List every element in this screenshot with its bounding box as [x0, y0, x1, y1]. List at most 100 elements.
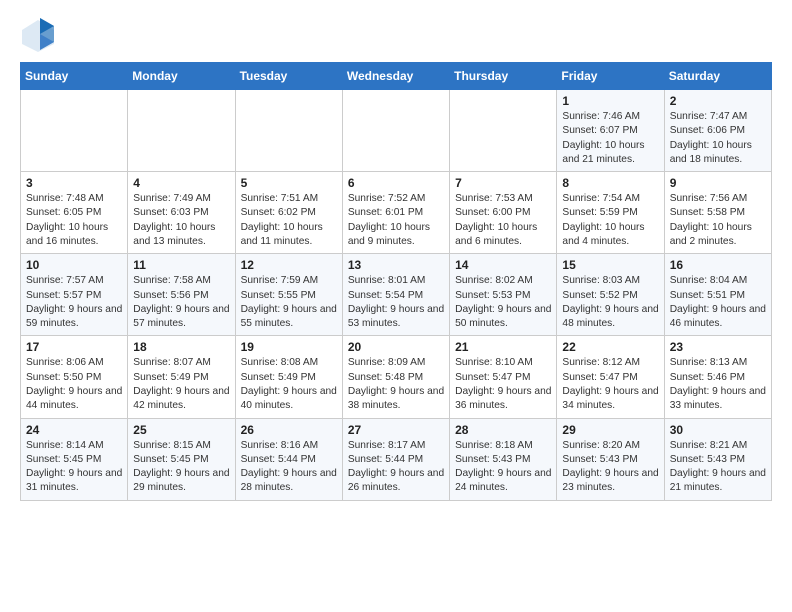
day-info: Sunrise: 7:58 AM Sunset: 5:56 PM Dayligh…	[133, 274, 229, 331]
calendar-cell: 28 Sunrise: 8:18 AM Sunset: 5:43 PM Dayli…	[450, 418, 557, 500]
page: SundayMondayTuesdayWednesdayThursdayFrid…	[0, 0, 792, 513]
day-info: Sunrise: 8:17 AM Sunset: 5:44 PM Dayligh…	[348, 439, 444, 496]
day-number: 6	[348, 176, 444, 190]
calendar-cell: 9 Sunrise: 7:56 AM Sunset: 5:58 PM Daylig…	[664, 172, 771, 254]
day-info: Sunrise: 7:51 AM Sunset: 6:02 PM Dayligh…	[241, 192, 337, 249]
calendar-week-0: 1 Sunrise: 7:46 AM Sunset: 6:07 PM Daylig…	[21, 90, 772, 172]
calendar-week-2: 10 Sunrise: 7:57 AM Sunset: 5:57 PM Dayli…	[21, 254, 772, 336]
calendar-cell: 5 Sunrise: 7:51 AM Sunset: 6:02 PM Daylig…	[235, 172, 342, 254]
calendar-table: SundayMondayTuesdayWednesdayThursdayFrid…	[20, 62, 772, 501]
day-info: Sunrise: 8:04 AM Sunset: 5:51 PM Dayligh…	[670, 274, 766, 331]
calendar-cell: 1 Sunrise: 7:46 AM Sunset: 6:07 PM Daylig…	[557, 90, 664, 172]
day-info: Sunrise: 8:06 AM Sunset: 5:50 PM Dayligh…	[26, 356, 122, 413]
day-number: 21	[455, 340, 551, 354]
day-info: Sunrise: 8:03 AM Sunset: 5:52 PM Dayligh…	[562, 274, 658, 331]
day-info: Sunrise: 8:14 AM Sunset: 5:45 PM Dayligh…	[26, 439, 122, 496]
calendar-cell: 2 Sunrise: 7:47 AM Sunset: 6:06 PM Daylig…	[664, 90, 771, 172]
day-number: 22	[562, 340, 658, 354]
day-info: Sunrise: 8:16 AM Sunset: 5:44 PM Dayligh…	[241, 439, 337, 496]
calendar-week-1: 3 Sunrise: 7:48 AM Sunset: 6:05 PM Daylig…	[21, 172, 772, 254]
day-number: 20	[348, 340, 444, 354]
logo	[20, 16, 60, 52]
day-info: Sunrise: 8:02 AM Sunset: 5:53 PM Dayligh…	[455, 274, 551, 331]
day-info: Sunrise: 7:49 AM Sunset: 6:03 PM Dayligh…	[133, 192, 229, 249]
calendar-cell: 17 Sunrise: 8:06 AM Sunset: 5:50 PM Dayli…	[21, 336, 128, 418]
day-number: 23	[670, 340, 766, 354]
day-info: Sunrise: 8:20 AM Sunset: 5:43 PM Dayligh…	[562, 439, 658, 496]
weekday-header-row: SundayMondayTuesdayWednesdayThursdayFrid…	[21, 63, 772, 90]
calendar-cell	[21, 90, 128, 172]
calendar-cell: 6 Sunrise: 7:52 AM Sunset: 6:01 PM Daylig…	[342, 172, 449, 254]
day-info: Sunrise: 7:47 AM Sunset: 6:06 PM Dayligh…	[670, 110, 766, 167]
calendar-cell	[450, 90, 557, 172]
calendar-cell	[235, 90, 342, 172]
weekday-header-monday: Monday	[128, 63, 235, 90]
day-info: Sunrise: 7:59 AM Sunset: 5:55 PM Dayligh…	[241, 274, 337, 331]
calendar-cell: 20 Sunrise: 8:09 AM Sunset: 5:48 PM Dayli…	[342, 336, 449, 418]
day-number: 30	[670, 423, 766, 437]
day-number: 2	[670, 94, 766, 108]
calendar-cell: 4 Sunrise: 7:49 AM Sunset: 6:03 PM Daylig…	[128, 172, 235, 254]
calendar-cell: 13 Sunrise: 8:01 AM Sunset: 5:54 PM Dayli…	[342, 254, 449, 336]
day-number: 29	[562, 423, 658, 437]
calendar-cell: 30 Sunrise: 8:21 AM Sunset: 5:43 PM Dayli…	[664, 418, 771, 500]
day-info: Sunrise: 7:52 AM Sunset: 6:01 PM Dayligh…	[348, 192, 444, 249]
header	[20, 16, 772, 52]
calendar-cell: 12 Sunrise: 7:59 AM Sunset: 5:55 PM Dayli…	[235, 254, 342, 336]
day-number: 27	[348, 423, 444, 437]
calendar-week-4: 24 Sunrise: 8:14 AM Sunset: 5:45 PM Dayli…	[21, 418, 772, 500]
day-info: Sunrise: 8:01 AM Sunset: 5:54 PM Dayligh…	[348, 274, 444, 331]
day-number: 12	[241, 258, 337, 272]
weekday-header-friday: Friday	[557, 63, 664, 90]
calendar-cell: 22 Sunrise: 8:12 AM Sunset: 5:47 PM Dayli…	[557, 336, 664, 418]
calendar-cell: 11 Sunrise: 7:58 AM Sunset: 5:56 PM Dayli…	[128, 254, 235, 336]
day-info: Sunrise: 7:48 AM Sunset: 6:05 PM Dayligh…	[26, 192, 122, 249]
day-number: 26	[241, 423, 337, 437]
day-number: 19	[241, 340, 337, 354]
day-number: 28	[455, 423, 551, 437]
day-info: Sunrise: 8:18 AM Sunset: 5:43 PM Dayligh…	[455, 439, 551, 496]
calendar-cell: 8Sunrise: 7:54 AM Sunset: 5:59 PM Daylig…	[557, 172, 664, 254]
day-number: 3	[26, 176, 122, 190]
day-number: 9	[670, 176, 766, 190]
day-number: 1	[562, 94, 658, 108]
weekday-header-thursday: Thursday	[450, 63, 557, 90]
day-number: 14	[455, 258, 551, 272]
calendar-cell: 18 Sunrise: 8:07 AM Sunset: 5:49 PM Dayli…	[128, 336, 235, 418]
calendar-cell: 27 Sunrise: 8:17 AM Sunset: 5:44 PM Dayli…	[342, 418, 449, 500]
day-info: Sunrise: 8:13 AM Sunset: 5:46 PM Dayligh…	[670, 356, 766, 413]
day-number: 8	[562, 176, 658, 190]
day-number: 17	[26, 340, 122, 354]
calendar-cell: 26 Sunrise: 8:16 AM Sunset: 5:44 PM Dayli…	[235, 418, 342, 500]
weekday-header-saturday: Saturday	[664, 63, 771, 90]
weekday-header-tuesday: Tuesday	[235, 63, 342, 90]
day-number: 4	[133, 176, 229, 190]
day-info: Sunrise: 7:53 AM Sunset: 6:00 PM Dayligh…	[455, 192, 551, 249]
day-number: 18	[133, 340, 229, 354]
day-info: Sunrise: 8:21 AM Sunset: 5:43 PM Dayligh…	[670, 439, 766, 496]
calendar-cell: 16Sunrise: 8:04 AM Sunset: 5:51 PM Dayli…	[664, 254, 771, 336]
day-info: Sunrise: 7:57 AM Sunset: 5:57 PM Dayligh…	[26, 274, 122, 331]
day-info: Sunrise: 8:12 AM Sunset: 5:47 PM Dayligh…	[562, 356, 658, 413]
day-number: 5	[241, 176, 337, 190]
day-number: 10	[26, 258, 122, 272]
day-info: Sunrise: 8:09 AM Sunset: 5:48 PM Dayligh…	[348, 356, 444, 413]
calendar-cell: 15 Sunrise: 8:03 AM Sunset: 5:52 PM Dayli…	[557, 254, 664, 336]
day-number: 25	[133, 423, 229, 437]
calendar-cell	[128, 90, 235, 172]
day-info: Sunrise: 7:56 AM Sunset: 5:58 PM Dayligh…	[670, 192, 766, 249]
calendar-cell: 25Sunrise: 8:15 AM Sunset: 5:45 PM Dayli…	[128, 418, 235, 500]
calendar-header: SundayMondayTuesdayWednesdayThursdayFrid…	[21, 63, 772, 90]
calendar-cell: 29 Sunrise: 8:20 AM Sunset: 5:43 PM Dayli…	[557, 418, 664, 500]
calendar-week-3: 17 Sunrise: 8:06 AM Sunset: 5:50 PM Dayli…	[21, 336, 772, 418]
day-number: 11	[133, 258, 229, 272]
day-number: 13	[348, 258, 444, 272]
calendar-cell: 19Sunrise: 8:08 AM Sunset: 5:49 PM Dayli…	[235, 336, 342, 418]
weekday-header-sunday: Sunday	[21, 63, 128, 90]
calendar-body: 1 Sunrise: 7:46 AM Sunset: 6:07 PM Daylig…	[21, 90, 772, 501]
logo-icon	[20, 16, 56, 52]
day-info: Sunrise: 7:46 AM Sunset: 6:07 PM Dayligh…	[562, 110, 658, 167]
day-number: 24	[26, 423, 122, 437]
day-number: 15	[562, 258, 658, 272]
day-info: Sunrise: 8:07 AM Sunset: 5:49 PM Dayligh…	[133, 356, 229, 413]
